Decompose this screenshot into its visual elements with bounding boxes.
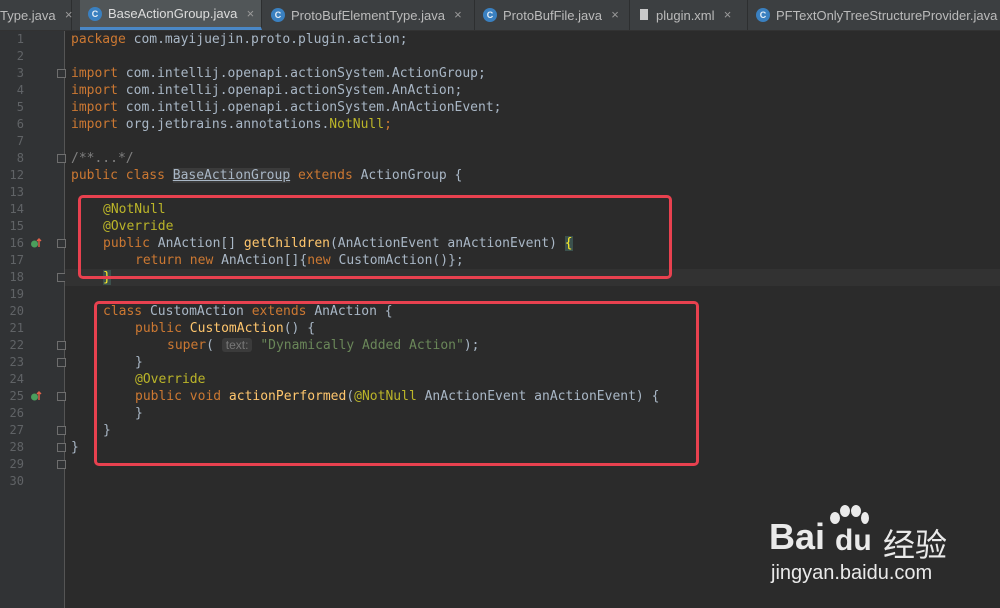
- editor-tab-bar: Type.java × C BaseActionGroup.java × C P…: [0, 0, 1000, 31]
- tab-pf-text-only-tree-structure-provider[interactable]: C PFTextOnlyTreeStructureProvider.java: [748, 0, 1000, 30]
- package-name: com.mayijuejin.proto.plugin.action;: [125, 32, 408, 47]
- code-line-5[interactable]: import com.intellij.openapi.actionSystem…: [71, 99, 501, 116]
- semicolon: ;: [384, 117, 392, 132]
- override-method-icon[interactable]: [30, 388, 42, 405]
- code-line-12[interactable]: public class BaseActionGroup extends Act…: [71, 167, 462, 184]
- keyword-import: import: [71, 117, 118, 132]
- tab-type-java[interactable]: Type.java ×: [0, 0, 72, 30]
- line-number: 2: [16, 49, 24, 63]
- tab-protobuf-file[interactable]: C ProtoBufFile.java ×: [475, 0, 630, 30]
- tab-protobuf-element-type[interactable]: C ProtoBufElementType.java ×: [263, 0, 475, 30]
- tab-label: plugin.xml: [656, 7, 715, 23]
- highlight-box-get-children: [78, 195, 672, 279]
- line-number: 6: [16, 117, 24, 131]
- override-method-icon[interactable]: [30, 235, 42, 252]
- baidu-jingyan-watermark: Bai du 经验 jingyan.baidu.com: [765, 500, 995, 595]
- line-number: 25: [9, 389, 24, 403]
- line-number: 13: [9, 185, 24, 199]
- import-path: org.jetbrains.annotations.: [117, 117, 330, 132]
- watermark-jingyan: 经验: [883, 526, 948, 564]
- line-number: 21: [9, 321, 24, 335]
- import-path: com.intellij.openapi.actionSystem.AnActi…: [117, 83, 463, 98]
- code-line-8[interactable]: /**...*/: [71, 150, 134, 167]
- highlight-box-custom-action: [94, 301, 699, 466]
- keyword-import: import: [71, 100, 118, 115]
- code-line-3[interactable]: import com.intellij.openapi.actionSystem…: [71, 65, 486, 82]
- line-number: 17: [9, 253, 24, 267]
- keyword-import: import: [71, 66, 118, 81]
- close-icon[interactable]: ×: [608, 8, 622, 22]
- tab-label: PFTextOnlyTreeStructureProvider.java: [776, 7, 998, 23]
- line-number: 5: [16, 100, 24, 114]
- line-number: 27: [9, 423, 24, 437]
- line-number: 12: [9, 168, 24, 182]
- line-number: 15: [9, 219, 24, 233]
- watermark-url: jingyan.baidu.com: [771, 562, 933, 584]
- close-icon[interactable]: ×: [243, 6, 257, 21]
- code-line-4[interactable]: import com.intellij.openapi.actionSystem…: [71, 82, 462, 99]
- code-line-6[interactable]: import org.jetbrains.annotations.NotNull…: [71, 116, 392, 133]
- import-path: com.intellij.openapi.actionSystem.Action…: [117, 66, 486, 81]
- line-number: 18: [9, 270, 24, 284]
- line-number: 28: [9, 440, 24, 454]
- line-number: 3: [16, 66, 24, 80]
- code-line-29[interactable]: }: [71, 439, 79, 456]
- close-icon[interactable]: ×: [451, 8, 465, 22]
- line-number: 1: [16, 32, 24, 46]
- java-class-icon: C: [271, 8, 285, 22]
- line-number: 30: [9, 474, 24, 488]
- line-number: 22: [9, 338, 24, 352]
- class-name: BaseActionGroup: [172, 168, 291, 183]
- tab-label: Type.java: [0, 7, 56, 23]
- line-number-gutter[interactable]: 1 2 3 4 5 6 7 8 12 13 14 15 16 17 18 19 …: [0, 31, 66, 608]
- java-class-icon: C: [483, 8, 497, 22]
- paw-icon: [830, 505, 869, 524]
- line-number: 16: [9, 236, 24, 250]
- xml-file-icon: [638, 9, 650, 21]
- import-path: com.intellij.openapi.actionSystem.AnActi…: [117, 100, 502, 115]
- line-number: 23: [9, 355, 24, 369]
- line-number: 7: [16, 134, 24, 148]
- code-line-1[interactable]: package com.mayijuejin.proto.plugin.acti…: [71, 31, 408, 48]
- keyword-package: package: [71, 32, 126, 47]
- keyword-extends: extends: [290, 168, 361, 183]
- watermark-brand: Bai: [769, 516, 826, 557]
- line-number: 14: [9, 202, 24, 216]
- annotation-name: NotNull: [329, 117, 385, 132]
- brace: }: [71, 440, 79, 455]
- folded-doc-comment[interactable]: /**...*/: [71, 151, 134, 166]
- line-number: 20: [9, 304, 24, 318]
- java-class-icon: C: [756, 8, 770, 22]
- line-number: 29: [9, 457, 24, 471]
- tab-label: ProtoBufElementType.java: [291, 7, 445, 23]
- line-number: 19: [9, 287, 24, 301]
- watermark-brand-suffix: du: [835, 524, 872, 557]
- superclass-name: ActionGroup {: [360, 168, 463, 183]
- line-number: 26: [9, 406, 24, 420]
- tab-label: BaseActionGroup.java: [108, 6, 238, 21]
- close-icon[interactable]: ×: [62, 8, 76, 22]
- keyword-public-class: public class: [71, 168, 173, 183]
- line-number: 24: [9, 372, 24, 386]
- line-number: 4: [16, 83, 24, 97]
- tab-base-action-group[interactable]: C BaseActionGroup.java ×: [80, 0, 262, 30]
- tab-label: ProtoBufFile.java: [503, 7, 602, 23]
- tab-plugin-xml[interactable]: plugin.xml ×: [630, 0, 748, 30]
- close-icon[interactable]: ×: [721, 8, 735, 22]
- line-number: 8: [16, 151, 24, 165]
- keyword-import: import: [71, 83, 118, 98]
- java-class-icon: C: [88, 6, 102, 21]
